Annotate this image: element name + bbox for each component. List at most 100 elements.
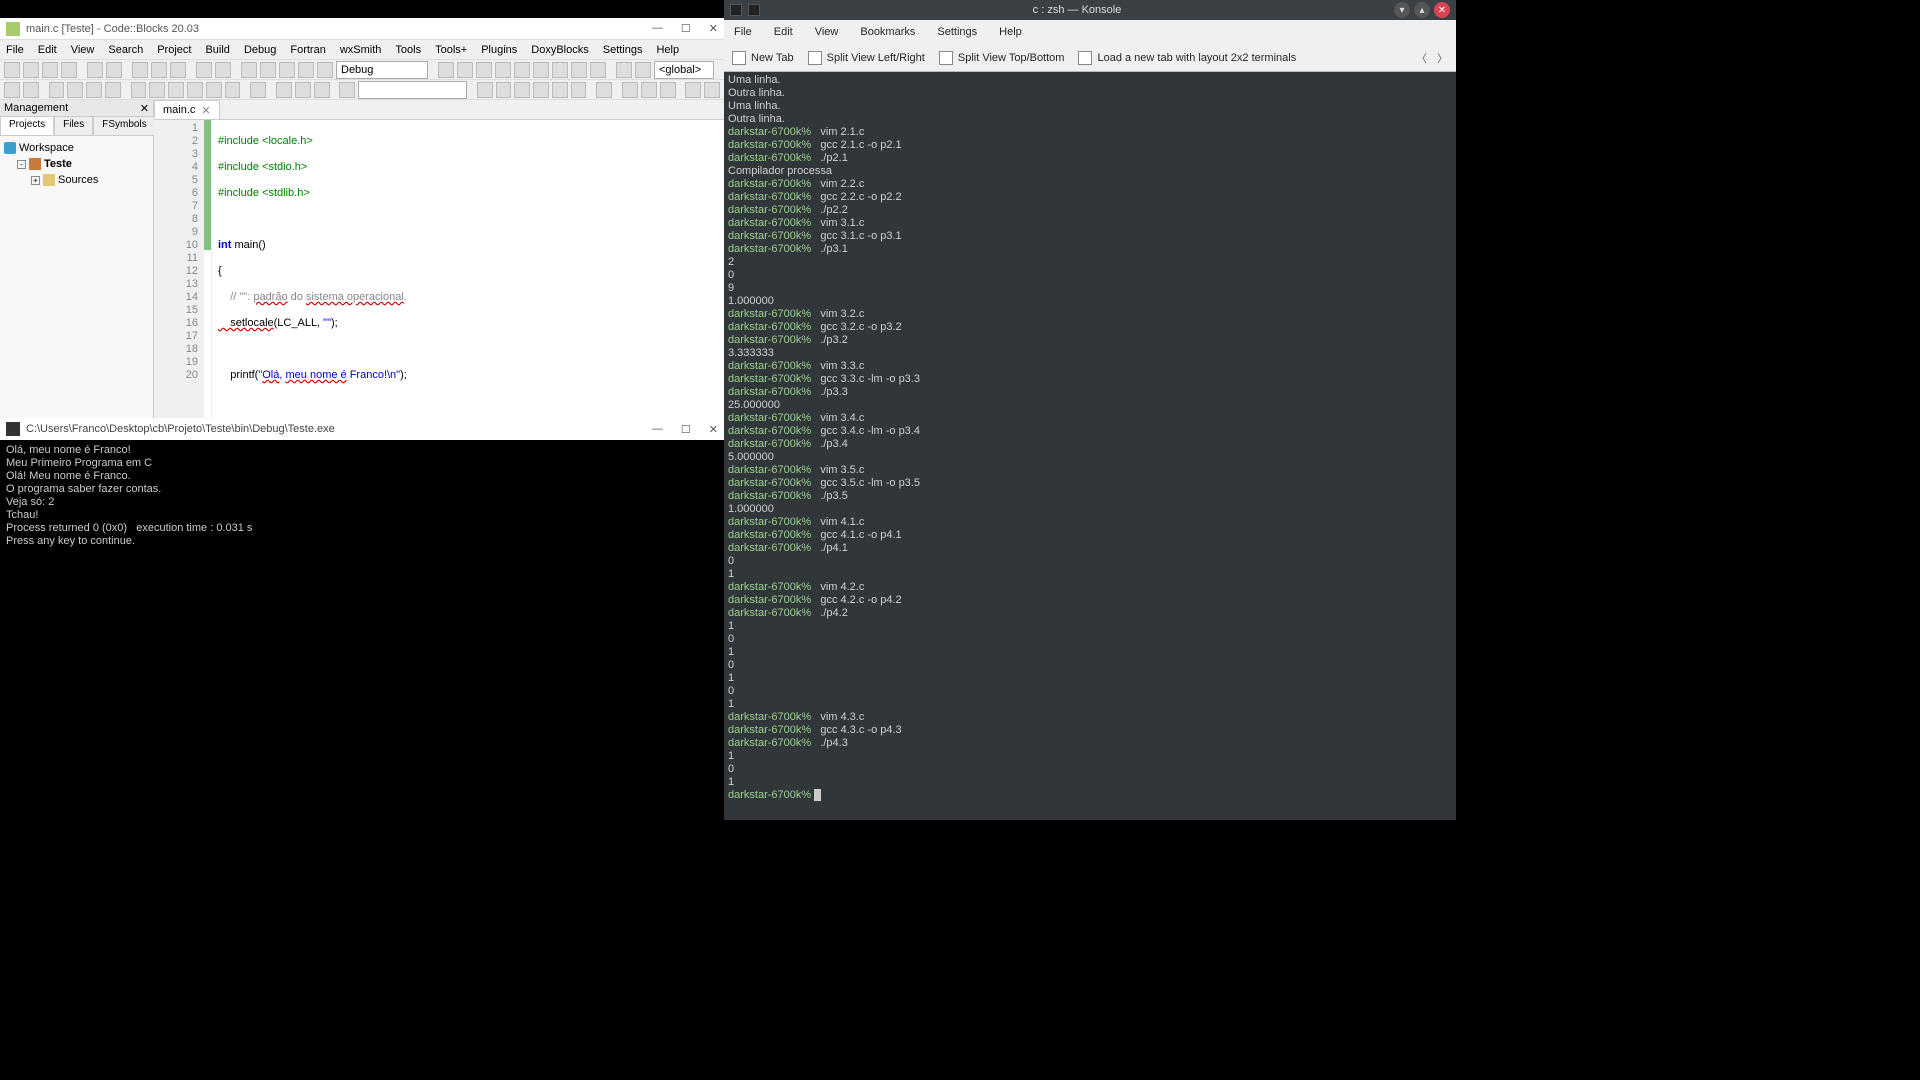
spell-icon[interactable] bbox=[660, 82, 676, 98]
regex-icon[interactable] bbox=[552, 82, 568, 98]
next-result-icon[interactable] bbox=[496, 82, 512, 98]
save-icon[interactable] bbox=[42, 62, 58, 78]
bookmark-toggle-icon[interactable] bbox=[49, 82, 65, 98]
fortran2-icon[interactable] bbox=[704, 82, 720, 98]
menu-fortran[interactable]: Fortran bbox=[290, 44, 325, 56]
expand-icon[interactable]: + bbox=[31, 176, 40, 185]
cut-icon[interactable] bbox=[132, 62, 148, 78]
doxy-run-icon[interactable] bbox=[187, 82, 203, 98]
close-button[interactable]: ✕ bbox=[1434, 2, 1450, 18]
record-icon[interactable] bbox=[596, 82, 612, 98]
tab-next-icon[interactable]: 〉 bbox=[1437, 50, 1448, 66]
abort-icon[interactable] bbox=[317, 62, 333, 78]
close-button[interactable]: ✕ bbox=[709, 423, 718, 436]
replace-icon[interactable] bbox=[215, 62, 231, 78]
menu-tools[interactable]: Tools bbox=[395, 44, 421, 56]
run-to-cursor-icon[interactable] bbox=[457, 62, 473, 78]
tree-sources[interactable]: +Sources bbox=[4, 172, 149, 188]
close-button[interactable]: ✕ bbox=[709, 22, 718, 35]
build-target-select[interactable]: Debug bbox=[336, 61, 428, 79]
tab-close-icon[interactable]: ✕ bbox=[201, 104, 210, 117]
minimize-button[interactable]: — bbox=[652, 423, 663, 436]
find-icon[interactable] bbox=[196, 62, 212, 78]
editor-tab-main[interactable]: main.c✕ bbox=[154, 100, 220, 119]
menu-settings[interactable]: Settings bbox=[937, 26, 977, 38]
run-script-icon[interactable] bbox=[339, 82, 355, 98]
stop-debug-icon[interactable] bbox=[590, 62, 606, 78]
konsole-titlebar[interactable]: c : zsh — Konsole ▾ ▴ ✕ bbox=[724, 0, 1456, 20]
console-titlebar[interactable]: C:\Users\Franco\Desktop\cb\Projeto\Teste… bbox=[0, 418, 724, 440]
rebuild-icon[interactable] bbox=[298, 62, 314, 78]
paste-icon[interactable] bbox=[170, 62, 186, 78]
menu-plugins[interactable]: Plugins bbox=[481, 44, 517, 56]
hex-icon[interactable] bbox=[641, 82, 657, 98]
copy-icon[interactable] bbox=[151, 62, 167, 78]
step-out-icon[interactable] bbox=[514, 62, 530, 78]
menu-edit[interactable]: Edit bbox=[774, 26, 793, 38]
menu-wxsmith[interactable]: wxSmith bbox=[340, 44, 382, 56]
menu-debug[interactable]: Debug bbox=[244, 44, 276, 56]
menu-help[interactable]: Help bbox=[999, 26, 1022, 38]
search-input[interactable] bbox=[358, 81, 467, 99]
jump-back-icon[interactable] bbox=[276, 82, 292, 98]
menu-project[interactable]: Project bbox=[157, 44, 191, 56]
doxy-icon[interactable] bbox=[131, 82, 147, 98]
step-into-icon[interactable] bbox=[495, 62, 511, 78]
match-case-icon[interactable] bbox=[533, 82, 549, 98]
pin-icon[interactable] bbox=[748, 4, 760, 16]
highlight-icon[interactable] bbox=[250, 82, 266, 98]
menu-doxyblocks[interactable]: DoxyBlocks bbox=[531, 44, 588, 56]
menu-toolsplus[interactable]: Tools+ bbox=[435, 44, 467, 56]
info-icon[interactable] bbox=[635, 62, 651, 78]
debug-windows-icon[interactable] bbox=[616, 62, 632, 78]
open-file-icon[interactable] bbox=[23, 62, 39, 78]
highlight-all-icon[interactable] bbox=[514, 82, 530, 98]
konsole-output[interactable]: Uma linha.Outra linha.Uma linha.Outra li… bbox=[724, 72, 1456, 820]
run-icon[interactable] bbox=[260, 62, 276, 78]
redo-icon[interactable] bbox=[106, 62, 122, 78]
management-close-icon[interactable]: ✕ bbox=[140, 102, 149, 115]
build-icon[interactable] bbox=[241, 62, 257, 78]
doxy-config-icon[interactable] bbox=[225, 82, 241, 98]
doxy-chm-icon[interactable] bbox=[206, 82, 222, 98]
undo-icon[interactable] bbox=[87, 62, 103, 78]
maximize-button[interactable]: ☐ bbox=[681, 423, 691, 436]
menu-edit[interactable]: Edit bbox=[38, 44, 57, 56]
new-file-icon[interactable] bbox=[4, 62, 20, 78]
menu-view[interactable]: View bbox=[71, 44, 95, 56]
regex-test-icon[interactable] bbox=[622, 82, 638, 98]
menu-view[interactable]: View bbox=[815, 26, 839, 38]
load-layout-button[interactable]: Load a new tab with layout 2x2 terminals bbox=[1078, 51, 1296, 65]
build-run-icon[interactable] bbox=[279, 62, 295, 78]
doxy-line-icon[interactable] bbox=[168, 82, 184, 98]
jump-fwd-icon[interactable] bbox=[295, 82, 311, 98]
menu-settings[interactable]: Settings bbox=[603, 44, 643, 56]
split-tb-button[interactable]: Split View Top/Bottom bbox=[939, 51, 1065, 65]
debug-start-icon[interactable] bbox=[438, 62, 454, 78]
tab-fsymbols[interactable]: FSymbols bbox=[93, 116, 155, 135]
whole-word-icon[interactable] bbox=[571, 82, 587, 98]
tree-project[interactable]: -Teste bbox=[4, 156, 149, 172]
split-lr-button[interactable]: Split View Left/Right bbox=[808, 51, 925, 65]
scope-select[interactable]: <global> bbox=[654, 61, 714, 79]
back-icon[interactable] bbox=[4, 82, 20, 98]
maximize-button[interactable]: ☐ bbox=[681, 22, 691, 35]
minimize-button[interactable]: ▾ bbox=[1394, 2, 1410, 18]
jump-frame-icon[interactable] bbox=[314, 82, 330, 98]
menu-build[interactable]: Build bbox=[205, 44, 229, 56]
fortran-icon[interactable] bbox=[685, 82, 701, 98]
next-line-icon[interactable] bbox=[476, 62, 492, 78]
menu-help[interactable]: Help bbox=[656, 44, 679, 56]
prev-result-icon[interactable] bbox=[477, 82, 493, 98]
forward-icon[interactable] bbox=[23, 82, 39, 98]
bookmark-next-icon[interactable] bbox=[86, 82, 102, 98]
tab-prev-icon[interactable]: 〈 bbox=[1416, 50, 1427, 66]
bookmark-prev-icon[interactable] bbox=[67, 82, 83, 98]
menu-file[interactable]: File bbox=[6, 44, 24, 56]
maximize-button[interactable]: ▴ bbox=[1414, 2, 1430, 18]
step-instr-icon[interactable] bbox=[552, 62, 568, 78]
tab-projects[interactable]: Projects bbox=[0, 116, 54, 135]
codeblocks-titlebar[interactable]: main.c [Teste] - Code::Blocks 20.03 — ☐ … bbox=[0, 18, 724, 40]
new-tab-button[interactable]: New Tab bbox=[732, 51, 794, 65]
expand-icon[interactable]: - bbox=[17, 160, 26, 169]
